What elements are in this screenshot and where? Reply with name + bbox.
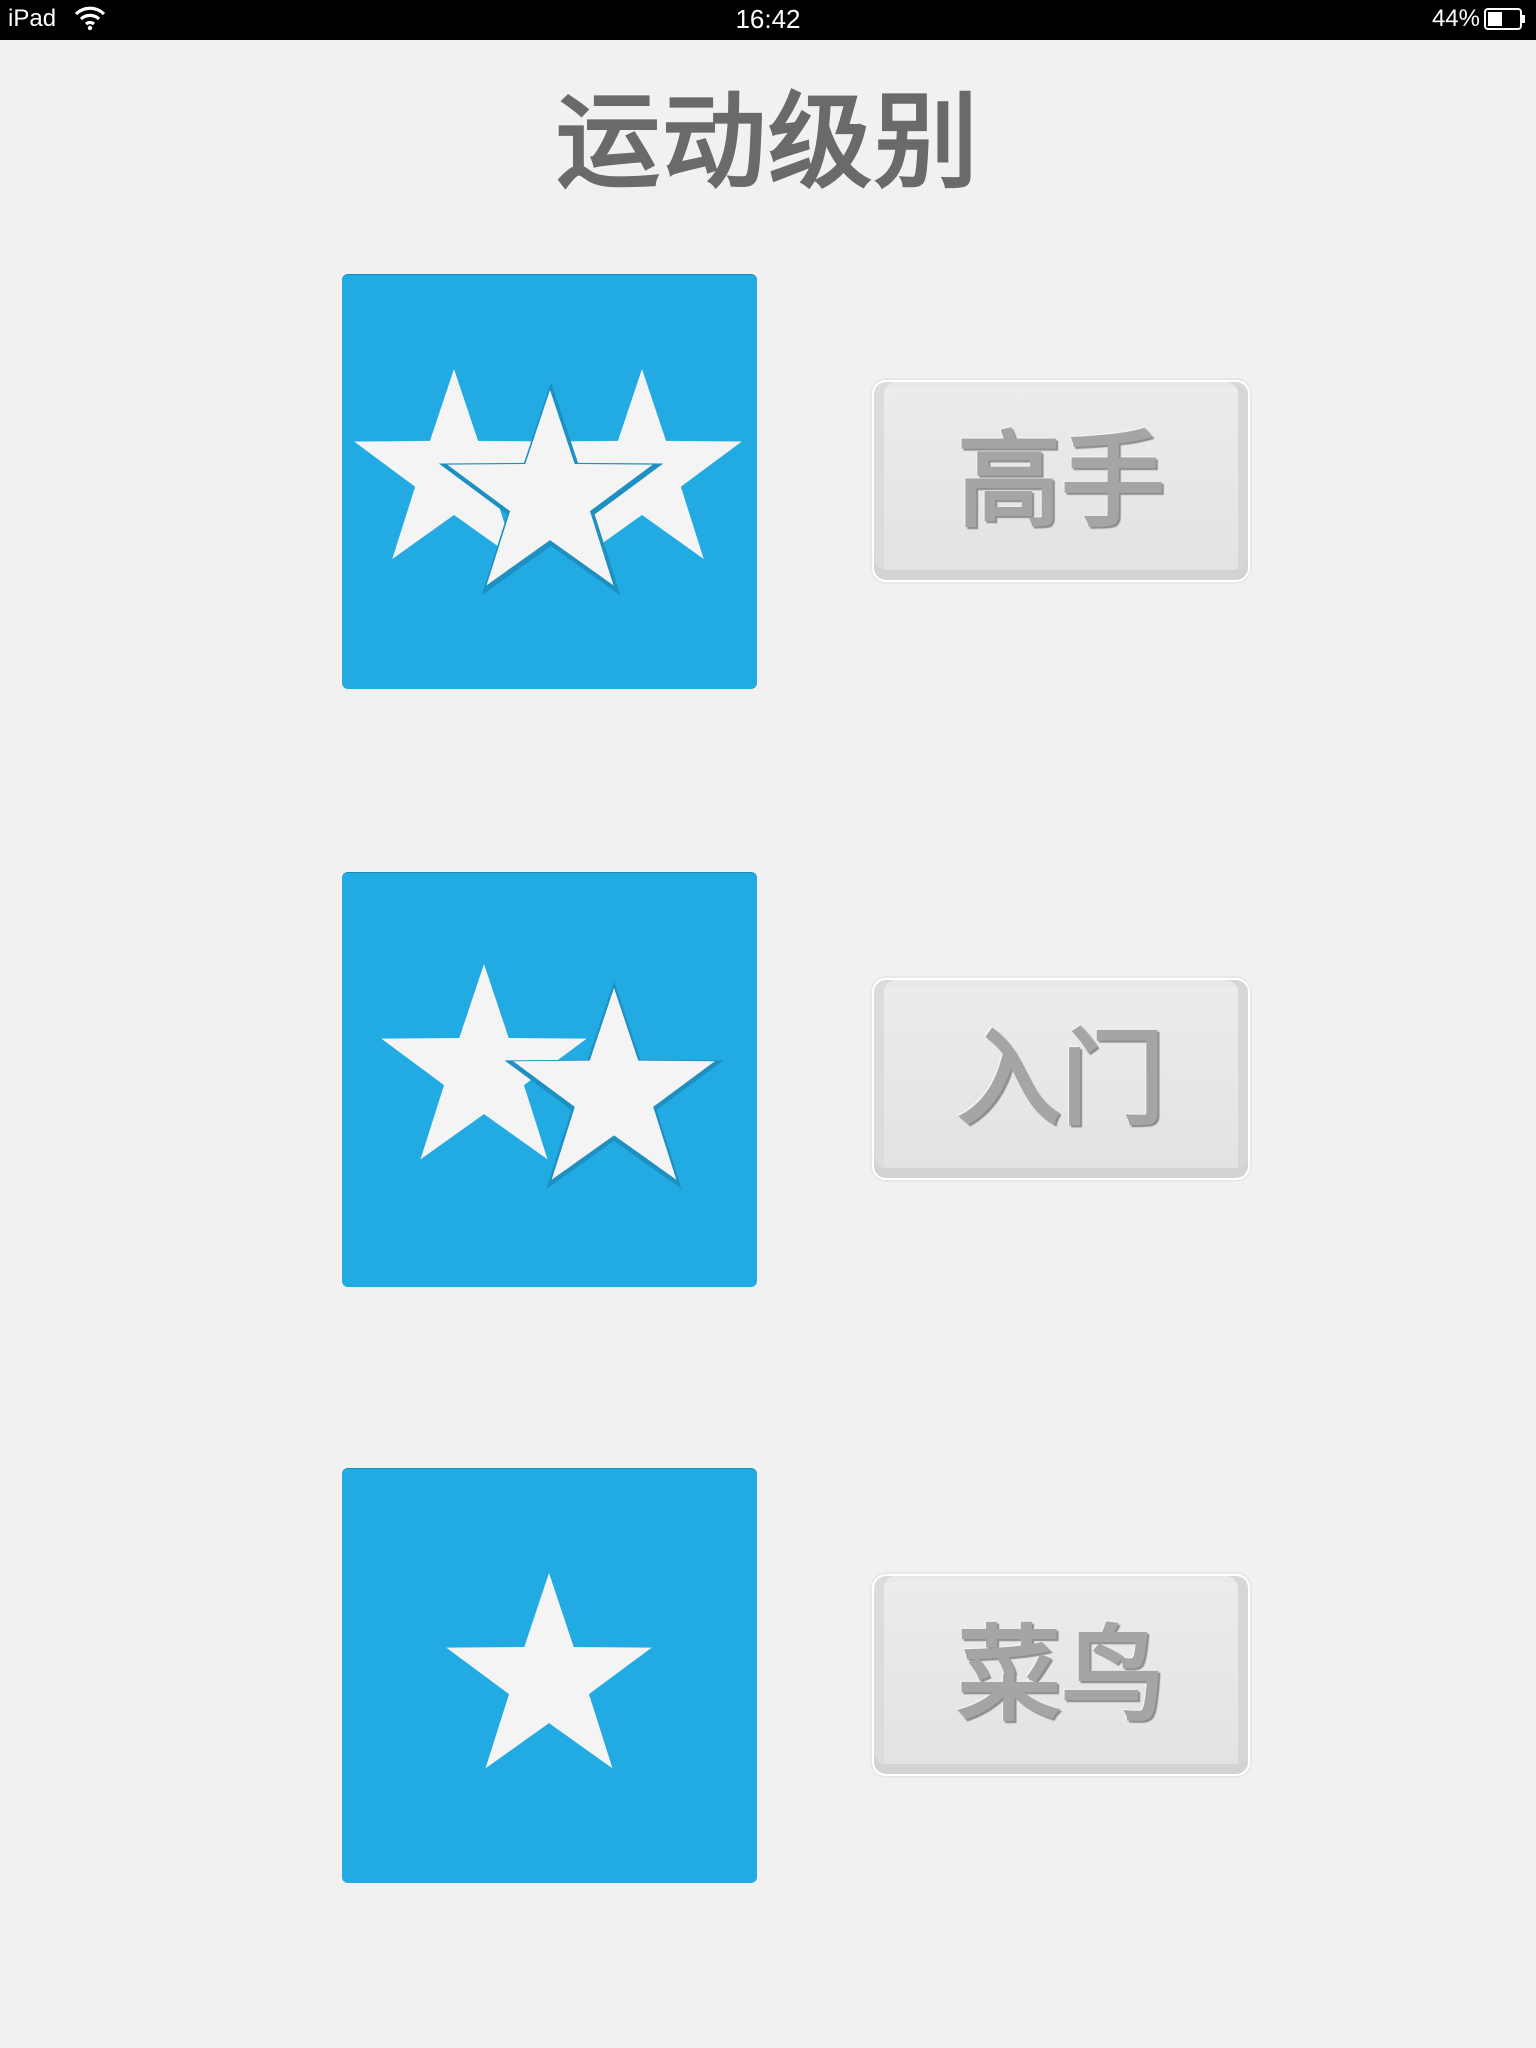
battery-icon bbox=[1484, 7, 1526, 38]
one-star-icon bbox=[446, 1573, 652, 1769]
level-button-rookie[interactable]: 菜鸟 bbox=[872, 1574, 1250, 1776]
level-card-beginner[interactable] bbox=[342, 872, 757, 1287]
two-stars-icon bbox=[381, 964, 724, 1190]
level-button-expert[interactable]: 高手 bbox=[872, 380, 1250, 582]
page-title: 运动级别 bbox=[555, 81, 980, 203]
three-stars-icon bbox=[354, 369, 742, 596]
status-time: 16:42 bbox=[735, 4, 801, 34]
level-button-beginner[interactable]: 入门 bbox=[872, 978, 1250, 1180]
level-card-rookie[interactable] bbox=[342, 1468, 757, 1883]
star-icon bbox=[446, 1573, 652, 1769]
status-bar: iPad 16:42 44% bbox=[0, 0, 1536, 40]
battery-percent: 44% bbox=[1431, 5, 1480, 32]
level-card-expert[interactable] bbox=[342, 274, 757, 689]
